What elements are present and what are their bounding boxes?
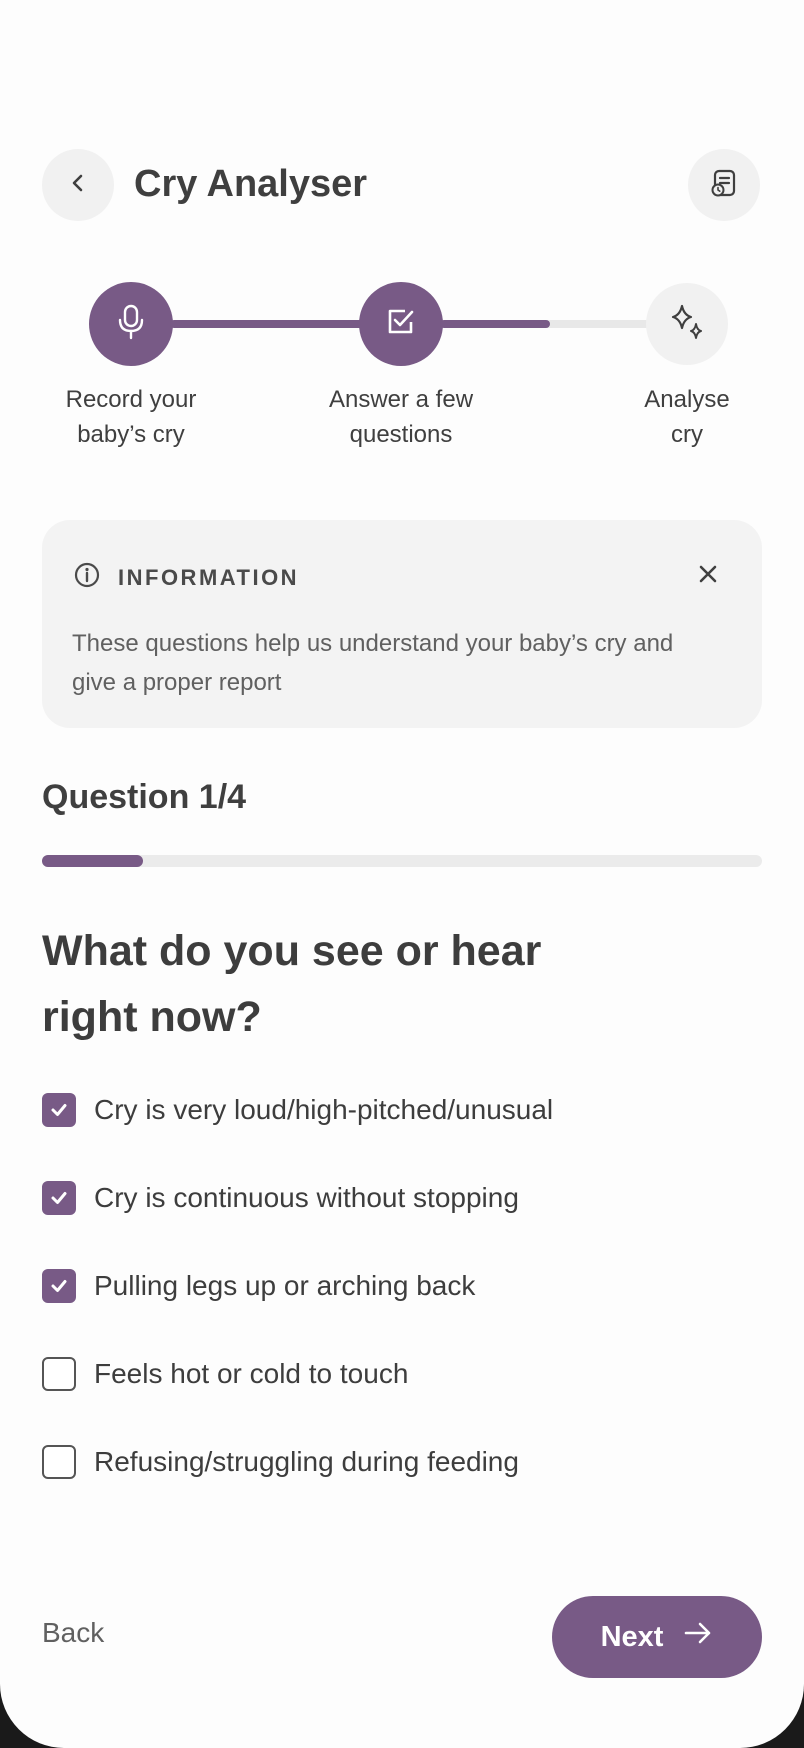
- option-item[interactable]: Cry is continuous without stopping: [42, 1181, 519, 1215]
- information-heading-row: INFORMATION: [74, 562, 299, 594]
- close-information-button[interactable]: [694, 560, 722, 593]
- option-item[interactable]: Pulling legs up or arching back: [42, 1269, 475, 1303]
- question-counter: Question 1/4: [42, 778, 247, 816]
- chevron-left-icon: [67, 172, 89, 199]
- sparkles-icon: [665, 300, 709, 349]
- checkmark-icon: [51, 1192, 67, 1204]
- step-label-questions: Answer a few questions: [328, 386, 474, 448]
- info-circle-icon: [74, 562, 100, 594]
- option-label: Cry is very loud/high-pitched/unusual: [94, 1094, 554, 1125]
- step-questions[interactable]: [359, 282, 443, 366]
- next-button-label: Next: [600, 1620, 664, 1653]
- checkmark-icon: [51, 1280, 67, 1292]
- back-button[interactable]: [42, 149, 114, 221]
- checkmark-icon: [51, 1104, 67, 1116]
- option-item[interactable]: Feels hot or cold to touch: [42, 1357, 408, 1391]
- option-label: Refusing/struggling during feeding: [94, 1446, 519, 1477]
- step-label-record: Record your baby’s cry: [65, 386, 197, 448]
- next-button[interactable]: Next: [552, 1596, 762, 1678]
- checkbox-icon: [383, 304, 419, 345]
- step-connector-1: [170, 320, 370, 328]
- checkbox-checked[interactable]: [42, 1181, 76, 1215]
- back-link[interactable]: Back: [42, 1617, 104, 1649]
- report-button[interactable]: [688, 149, 760, 221]
- checkbox-checked[interactable]: [42, 1269, 76, 1303]
- information-heading: INFORMATION: [118, 565, 300, 590]
- option-item[interactable]: Cry is very loud/high-pitched/unusual: [42, 1093, 553, 1127]
- microphone-icon: [116, 303, 146, 346]
- checkbox-unchecked[interactable]: [42, 1445, 76, 1479]
- page-title: Cry Analyser: [134, 163, 368, 205]
- question-text: What do you see or hear right now?: [42, 927, 542, 1041]
- step-label-analyse: Analyse cry: [644, 386, 730, 448]
- close-icon: [694, 565, 722, 592]
- step-analyse[interactable]: [646, 283, 728, 365]
- question-progress-fill: [42, 855, 143, 867]
- option-label: Feels hot or cold to touch: [94, 1358, 409, 1389]
- arrow-right-icon: [683, 1620, 713, 1654]
- checkbox-checked[interactable]: [42, 1093, 76, 1127]
- document-clock-icon: [707, 166, 741, 205]
- question-progress-bar: [42, 855, 762, 867]
- option-label: Pulling legs up or arching back: [94, 1270, 476, 1301]
- checkbox-unchecked[interactable]: [42, 1357, 76, 1391]
- option-item[interactable]: Refusing/struggling during feeding: [42, 1445, 519, 1479]
- option-label: Cry is continuous without stopping: [94, 1182, 519, 1213]
- step-record[interactable]: [89, 282, 173, 366]
- step-connector-2-fill: [440, 320, 550, 328]
- information-text: These questions help us understand your …: [72, 630, 674, 696]
- app-screen: Cry Analyser Record your baby’s cry Answ…: [0, 0, 804, 1748]
